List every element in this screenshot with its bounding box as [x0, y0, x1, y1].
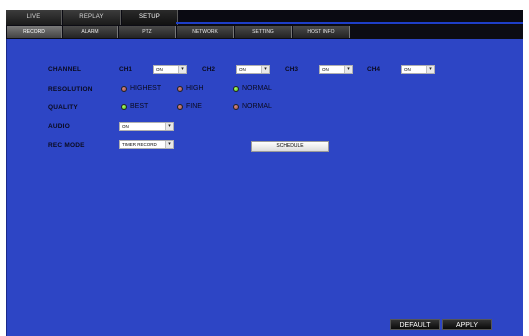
subtab-ptz[interactable]: PTZ [119, 26, 176, 38]
ch1-label: CH1 [119, 66, 133, 73]
channel-label: CHANNEL [48, 66, 82, 73]
chevron-down-icon: ▾ [344, 66, 352, 73]
quality-label: QUALITY [48, 104, 78, 111]
ch1-value: ON [156, 67, 163, 72]
resolution-normal-label: NORMAL [242, 85, 272, 92]
ch2-select[interactable]: ON ▾ [236, 65, 270, 74]
ch2-label: CH2 [202, 66, 216, 73]
resolution-high-radio[interactable] [177, 86, 183, 92]
sub-tab-bar: RECORD ALARM PTZ NETWORK SETTING HOST IN… [6, 25, 523, 39]
chevron-down-icon: ▾ [165, 141, 173, 148]
dvr-setup-window: LIVE REPLAY SETUP RECORD ALARM PTZ NETWO… [0, 0, 529, 336]
ch3-value: ON [322, 67, 329, 72]
audio-select[interactable]: ON ▾ [119, 122, 174, 131]
ch4-value: ON [404, 67, 411, 72]
quality-best-radio[interactable] [121, 104, 127, 110]
quality-fine-radio[interactable] [177, 104, 183, 110]
rec-mode-select[interactable]: TIMER RECORD ▾ [119, 140, 174, 149]
tab-live[interactable]: LIVE [6, 10, 62, 25]
subtab-record[interactable]: RECORD [7, 26, 62, 38]
ch3-select[interactable]: ON ▾ [319, 65, 353, 74]
tab-setup[interactable]: SETUP [122, 10, 178, 25]
ch3-label: CH3 [285, 66, 299, 73]
tab-underline [176, 22, 523, 24]
subtab-alarm[interactable]: ALARM [63, 26, 118, 38]
resolution-high-label: HIGH [186, 85, 204, 92]
resolution-highest-radio[interactable] [121, 86, 127, 92]
subtab-host-info[interactable]: HOST INFO [293, 26, 350, 38]
default-button[interactable]: DEFAULT [390, 319, 440, 330]
chevron-down-icon: ▾ [178, 66, 186, 73]
resolution-normal-radio[interactable] [233, 86, 239, 92]
subtab-setting[interactable]: SETTING [235, 26, 292, 38]
chevron-down-icon: ▾ [261, 66, 269, 73]
ch1-select[interactable]: ON ▾ [153, 65, 187, 74]
rec-mode-value: TIMER RECORD [122, 142, 157, 147]
ch4-label: CH4 [367, 66, 381, 73]
quality-best-label: BEST [130, 103, 149, 110]
quality-normal-radio[interactable] [233, 104, 239, 110]
chevron-down-icon: ▾ [426, 66, 434, 73]
record-settings-panel [6, 39, 523, 336]
ch2-value: ON [239, 67, 246, 72]
schedule-button[interactable]: SCHEDULE [251, 141, 329, 152]
apply-button[interactable]: APPLY [442, 319, 492, 330]
ch4-select[interactable]: ON ▾ [401, 65, 435, 74]
subtab-network[interactable]: NETWORK [177, 26, 234, 38]
rec-mode-label: REC MODE [48, 142, 85, 149]
quality-normal-label: NORMAL [242, 103, 272, 110]
resolution-label: RESOLUTION [48, 86, 93, 93]
audio-label: AUDIO [48, 123, 70, 130]
quality-fine-label: FINE [186, 103, 202, 110]
tab-replay[interactable]: REPLAY [63, 10, 121, 25]
resolution-highest-label: HIGHEST [130, 85, 162, 92]
chevron-down-icon: ▾ [165, 123, 173, 130]
audio-value: ON [122, 124, 129, 129]
